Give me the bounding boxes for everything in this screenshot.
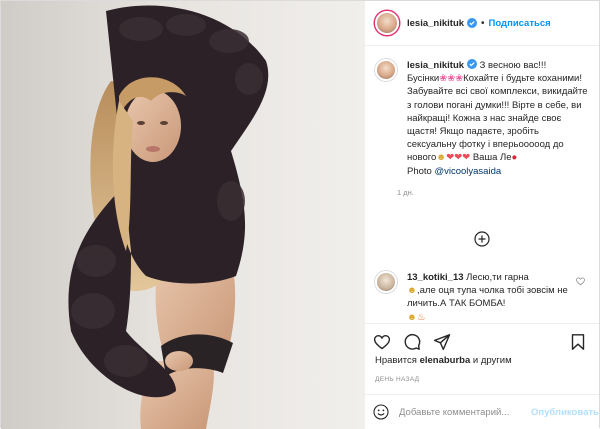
comment-icon[interactable] bbox=[403, 333, 421, 351]
follow-button[interactable]: Подписаться bbox=[489, 18, 551, 29]
caption-segment-3: Ваша Ле bbox=[470, 152, 512, 164]
add-comment-bar: Опубликовать bbox=[365, 394, 599, 429]
face-emoji-icon: ☻ bbox=[407, 285, 417, 297]
comment-input[interactable] bbox=[399, 406, 531, 418]
likes-prefix: Нравится bbox=[375, 355, 420, 366]
caption-segment-2: Кохайте і будьте коханими! Забувайте всі… bbox=[407, 73, 588, 164]
heart-emoji-icon: ❤ bbox=[462, 152, 471, 164]
post-photo[interactable] bbox=[1, 1, 364, 429]
bookmark-icon[interactable] bbox=[569, 333, 587, 351]
fire-emoji-icon: ♨ bbox=[417, 311, 426, 323]
separator-dot: • bbox=[481, 17, 485, 29]
caption-time[interactable]: 1 дн. bbox=[397, 188, 591, 197]
comment-item: 13_kotiki_13 Лесю,ти гарна ☻,але оця тупа… bbox=[375, 271, 591, 324]
post-date[interactable]: ДЕНЬ НАЗАД bbox=[375, 376, 419, 383]
smiley-icon[interactable] bbox=[373, 404, 389, 420]
comment-line-2: ,але оця тупа чолка тобі зовсім не личит… bbox=[407, 285, 568, 310]
caption-photo-prefix: Photo bbox=[407, 165, 435, 177]
verified-badge-icon bbox=[467, 59, 478, 69]
post-actions bbox=[365, 323, 599, 359]
comment-author[interactable]: 13_kotiki_13 bbox=[407, 272, 464, 283]
face-emoji-icon: ☻ bbox=[407, 311, 417, 323]
plus-circle-icon[interactable] bbox=[474, 231, 490, 247]
post-header: lesia_nikituk • Подписаться bbox=[365, 1, 599, 46]
strawberry-emoji-icon: ● bbox=[511, 152, 518, 164]
heart-outline-icon[interactable] bbox=[373, 333, 391, 351]
caption-text: lesia_nikituk З весною вас!!! Бусінки❀❀❀… bbox=[407, 59, 591, 178]
instagram-post: lesia_nikituk • Подписаться lesia_nikitu… bbox=[0, 0, 600, 429]
post-side-panel: lesia_nikituk • Подписаться lesia_nikitu… bbox=[364, 1, 599, 429]
author-username[interactable]: lesia_nikituk bbox=[407, 18, 464, 29]
commenter-avatar[interactable] bbox=[375, 271, 397, 293]
caption-avatar[interactable] bbox=[375, 59, 397, 81]
flower-emoji-icon: ❀ bbox=[455, 73, 464, 85]
share-icon[interactable] bbox=[433, 333, 451, 351]
verified-badge-icon bbox=[467, 18, 478, 28]
smile-emoji-icon: ☻ bbox=[436, 152, 447, 164]
caption-author[interactable]: lesia_nikituk bbox=[407, 60, 464, 71]
comment-line-1: Лесю,ти гарна bbox=[463, 272, 529, 283]
caption-mention-link[interactable]: @vicoolyasaida bbox=[434, 166, 501, 177]
flower-emoji-icon: ❀ bbox=[447, 73, 456, 85]
caption: lesia_nikituk З весною вас!!! Бусінки❀❀❀… bbox=[375, 59, 591, 197]
comment-like-heart-icon[interactable] bbox=[576, 277, 585, 286]
likes-suffix: и другим bbox=[470, 355, 512, 366]
likes-user[interactable]: elenaburba bbox=[420, 355, 471, 366]
publish-button[interactable]: Опубликовать bbox=[531, 407, 599, 418]
comment-text: 13_kotiki_13 Лесю,ти гарна ☻,але оця тупа… bbox=[407, 271, 585, 324]
likes-summary[interactable]: Нравится elenaburba и другим bbox=[375, 355, 512, 366]
author-avatar[interactable] bbox=[375, 11, 399, 35]
photo-illustration bbox=[1, 1, 364, 429]
